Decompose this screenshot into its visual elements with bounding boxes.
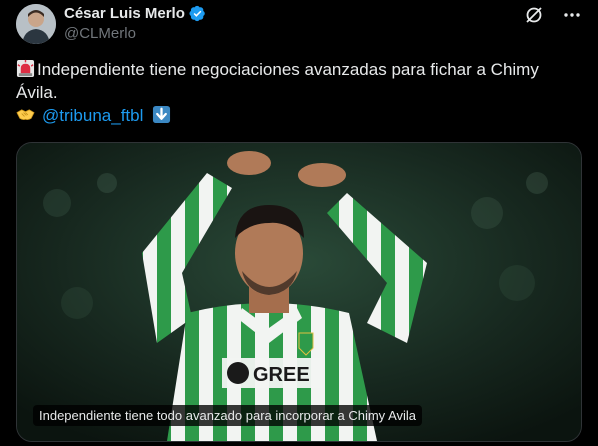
shirt-sponsor-text: GREE <box>253 364 310 386</box>
mention-link[interactable]: @tribuna_ftbl <box>42 106 143 125</box>
tweet-media-photo[interactable]: GREE Independiente tiene todo avanzado p… <box>16 142 582 442</box>
author-avatar[interactable] <box>16 4 56 44</box>
tweet-line-1: Independiente tiene negociaciones avanza… <box>16 58 576 104</box>
tweet-line-2: @tribuna_ftbl <box>16 104 576 127</box>
author-name[interactable]: César Luis Merlo <box>64 5 185 22</box>
player-photo: GREE <box>17 143 581 441</box>
media-caption: Independiente tiene todo avanzado para i… <box>33 405 423 426</box>
author-name-row: César Luis Merlo <box>64 5 206 22</box>
siren-emoji <box>16 59 35 78</box>
down-arrow-emoji <box>153 105 171 124</box>
grok-icon[interactable] <box>524 5 544 25</box>
handshake-emoji <box>16 109 35 120</box>
verified-badge-icon <box>189 5 205 22</box>
more-icon[interactable] <box>562 5 582 25</box>
tweet-actions-top <box>524 5 582 25</box>
tweet-text: Independiente tiene negociaciones avanza… <box>16 60 539 102</box>
tweet-body: Independiente tiene negociaciones avanza… <box>16 58 576 127</box>
author-handle[interactable]: @CLMerlo <box>64 25 136 42</box>
